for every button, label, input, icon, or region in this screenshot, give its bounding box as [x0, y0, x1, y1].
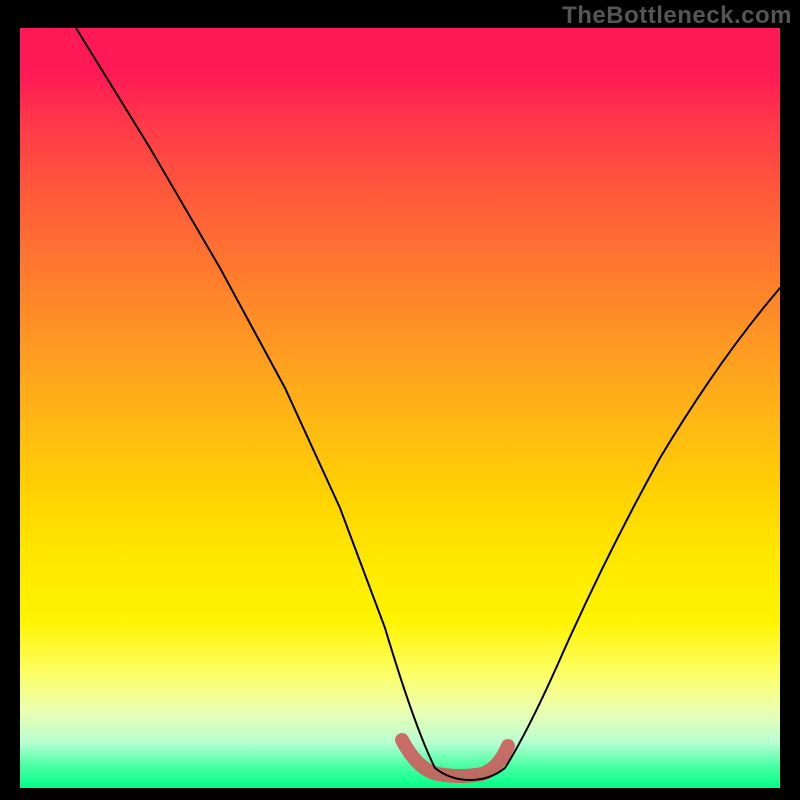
bottleneck-curve [76, 28, 780, 780]
plot-area [20, 28, 780, 788]
watermark-text: TheBottleneck.com [562, 2, 792, 30]
chart-container: TheBottleneck.com [0, 0, 800, 800]
curve-svg [20, 28, 780, 788]
curve-highlight [402, 740, 508, 776]
